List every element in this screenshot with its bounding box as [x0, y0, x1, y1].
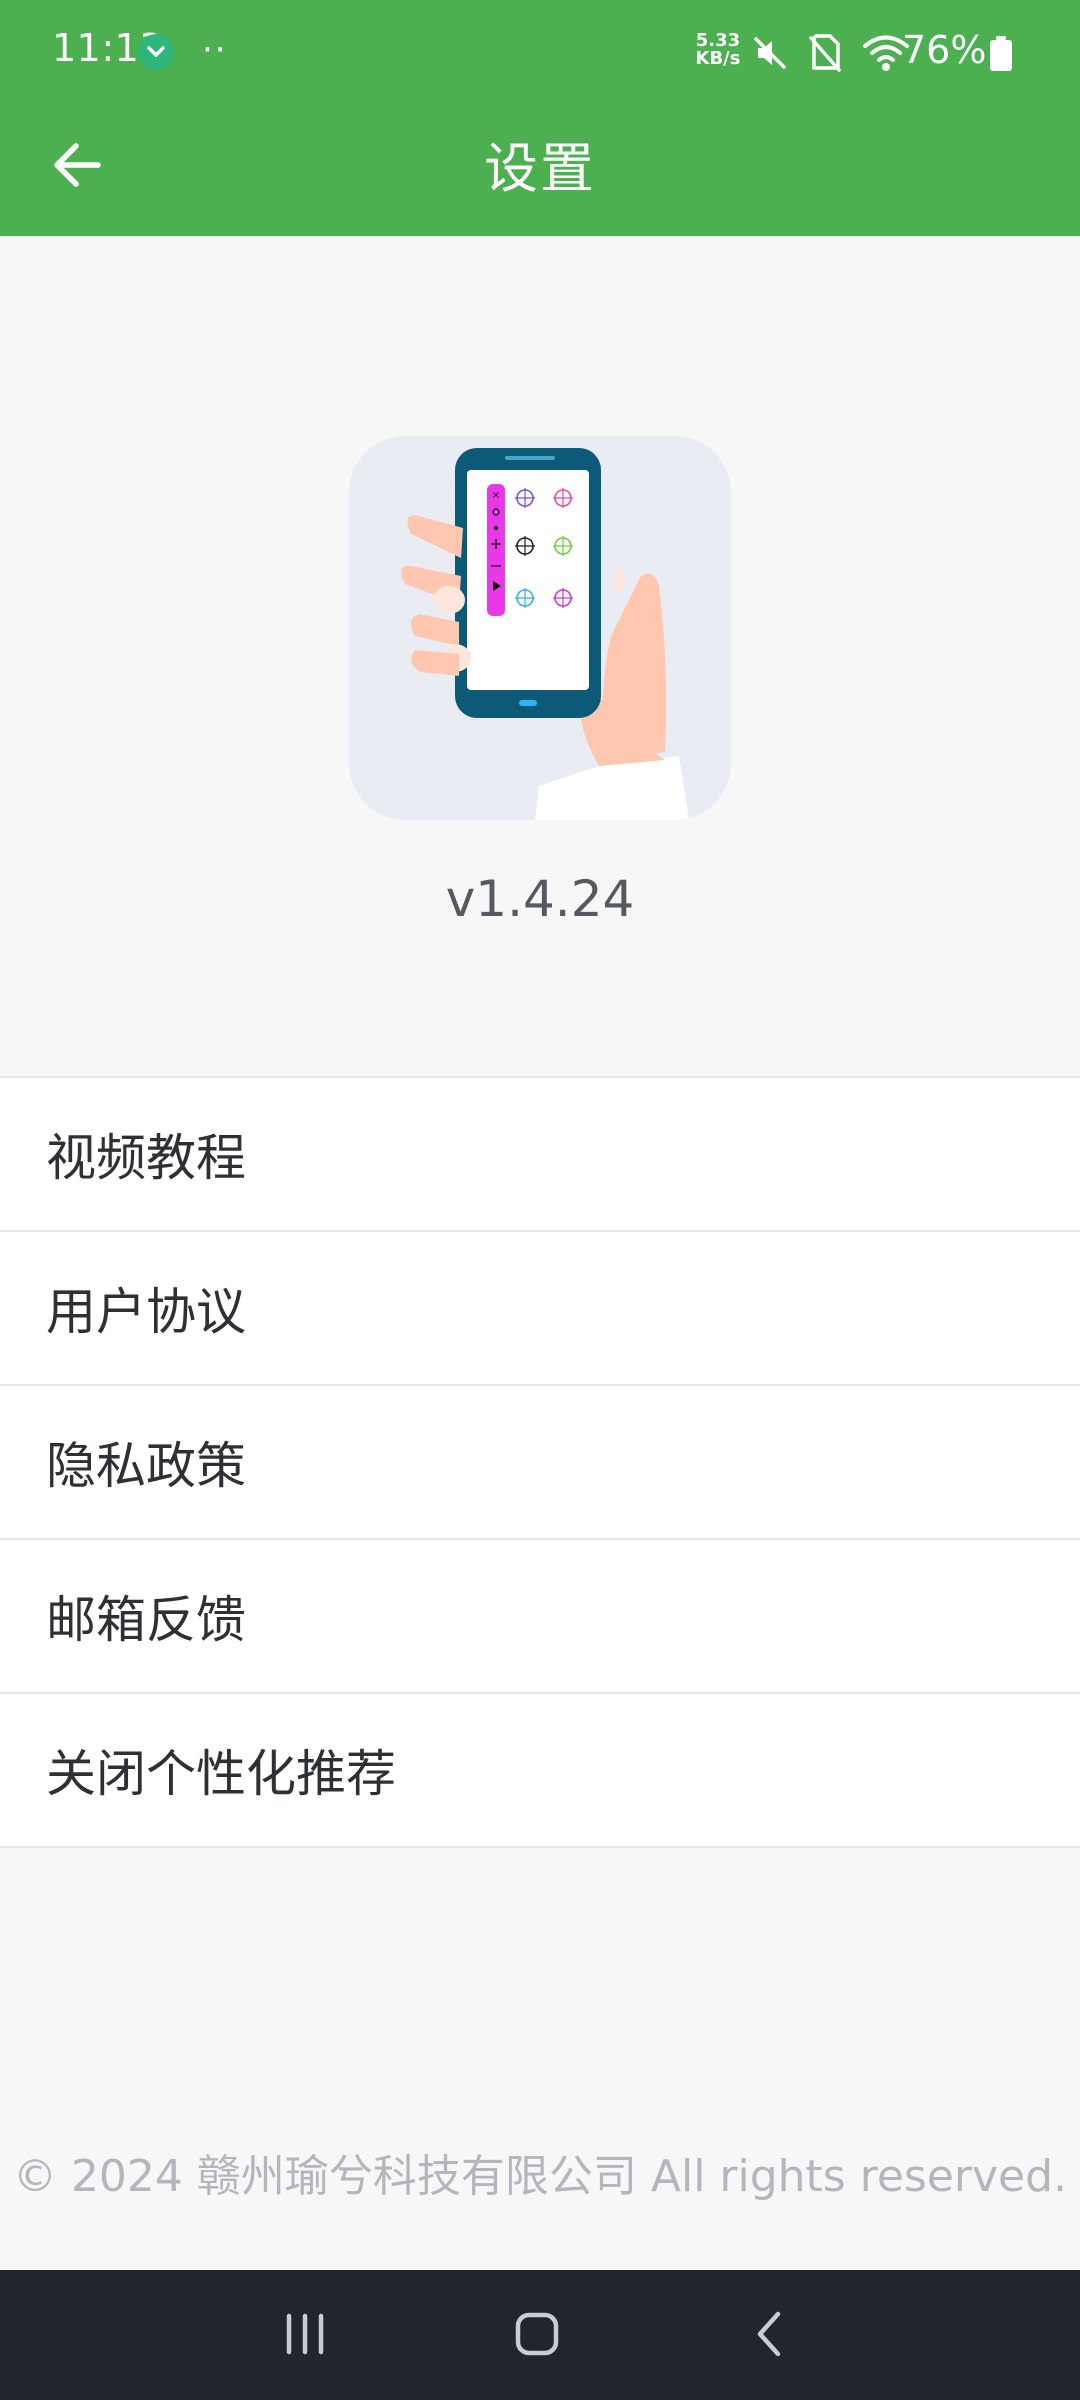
- recent-apps-button[interactable]: [260, 2294, 350, 2374]
- hand-holding-phone-logo: ×: [401, 448, 689, 820]
- svg-text:×: ×: [492, 490, 500, 501]
- mute-icon: [754, 37, 786, 69]
- network-speed-unit: KB/s: [695, 48, 741, 69]
- settings-screen: 11:13 ·· 5.33 KB/s 76% 设置 × v1.4.24 视频教程…: [0, 0, 1080, 2400]
- app-bar: 设置: [0, 104, 1080, 236]
- list-item-label: 关闭个性化推荐: [46, 1745, 396, 1803]
- list-item-label: 隐私政策: [46, 1437, 246, 1495]
- list-item-user-agreement[interactable]: 用户协议: [0, 1232, 1080, 1386]
- list-item-video-tutorial[interactable]: 视频教程: [0, 1078, 1080, 1232]
- page-title: 设置: [484, 137, 596, 200]
- copyright-text: © 2024 赣州瑜兮科技有限公司 All rights reserved.: [12, 2151, 1068, 2202]
- app-info-section: × v1.4.24: [0, 236, 1080, 1076]
- battery-percent: 76%: [902, 28, 987, 72]
- settings-list: 视频教程 用户协议 隐私政策 邮箱反馈 关闭个性化推荐: [0, 1076, 1080, 1848]
- list-item-label: 邮箱反馈: [46, 1591, 246, 1649]
- recent-apps-icon: [286, 2313, 324, 2355]
- home-button[interactable]: [492, 2294, 582, 2374]
- back-icon: [757, 2311, 781, 2357]
- app-notification-icon: [138, 34, 174, 70]
- network-speed: 5.33 KB/s: [690, 32, 746, 68]
- list-item-label: 视频教程: [46, 1129, 246, 1187]
- list-item-email-feedback[interactable]: 邮箱反馈: [0, 1540, 1080, 1694]
- list-item-privacy-policy[interactable]: 隐私政策: [0, 1386, 1080, 1540]
- status-bar: 11:13 ·· 5.33 KB/s 76%: [0, 0, 1080, 104]
- top-bar: 11:13 ·· 5.33 KB/s 76% 设置: [0, 0, 1080, 236]
- more-notifications-indicator: ··: [202, 30, 228, 70]
- battery-icon: [990, 36, 1012, 71]
- system-back-button[interactable]: [724, 2294, 814, 2374]
- home-icon: [515, 2312, 559, 2356]
- list-item-disable-personalized-recommendations[interactable]: 关闭个性化推荐: [0, 1694, 1080, 1848]
- app-logo: ×: [349, 436, 731, 820]
- list-item-label: 用户协议: [46, 1283, 246, 1341]
- app-version: v1.4.24: [445, 870, 635, 928]
- no-sim-icon: [809, 34, 841, 72]
- navigation-bar: [0, 2270, 1080, 2400]
